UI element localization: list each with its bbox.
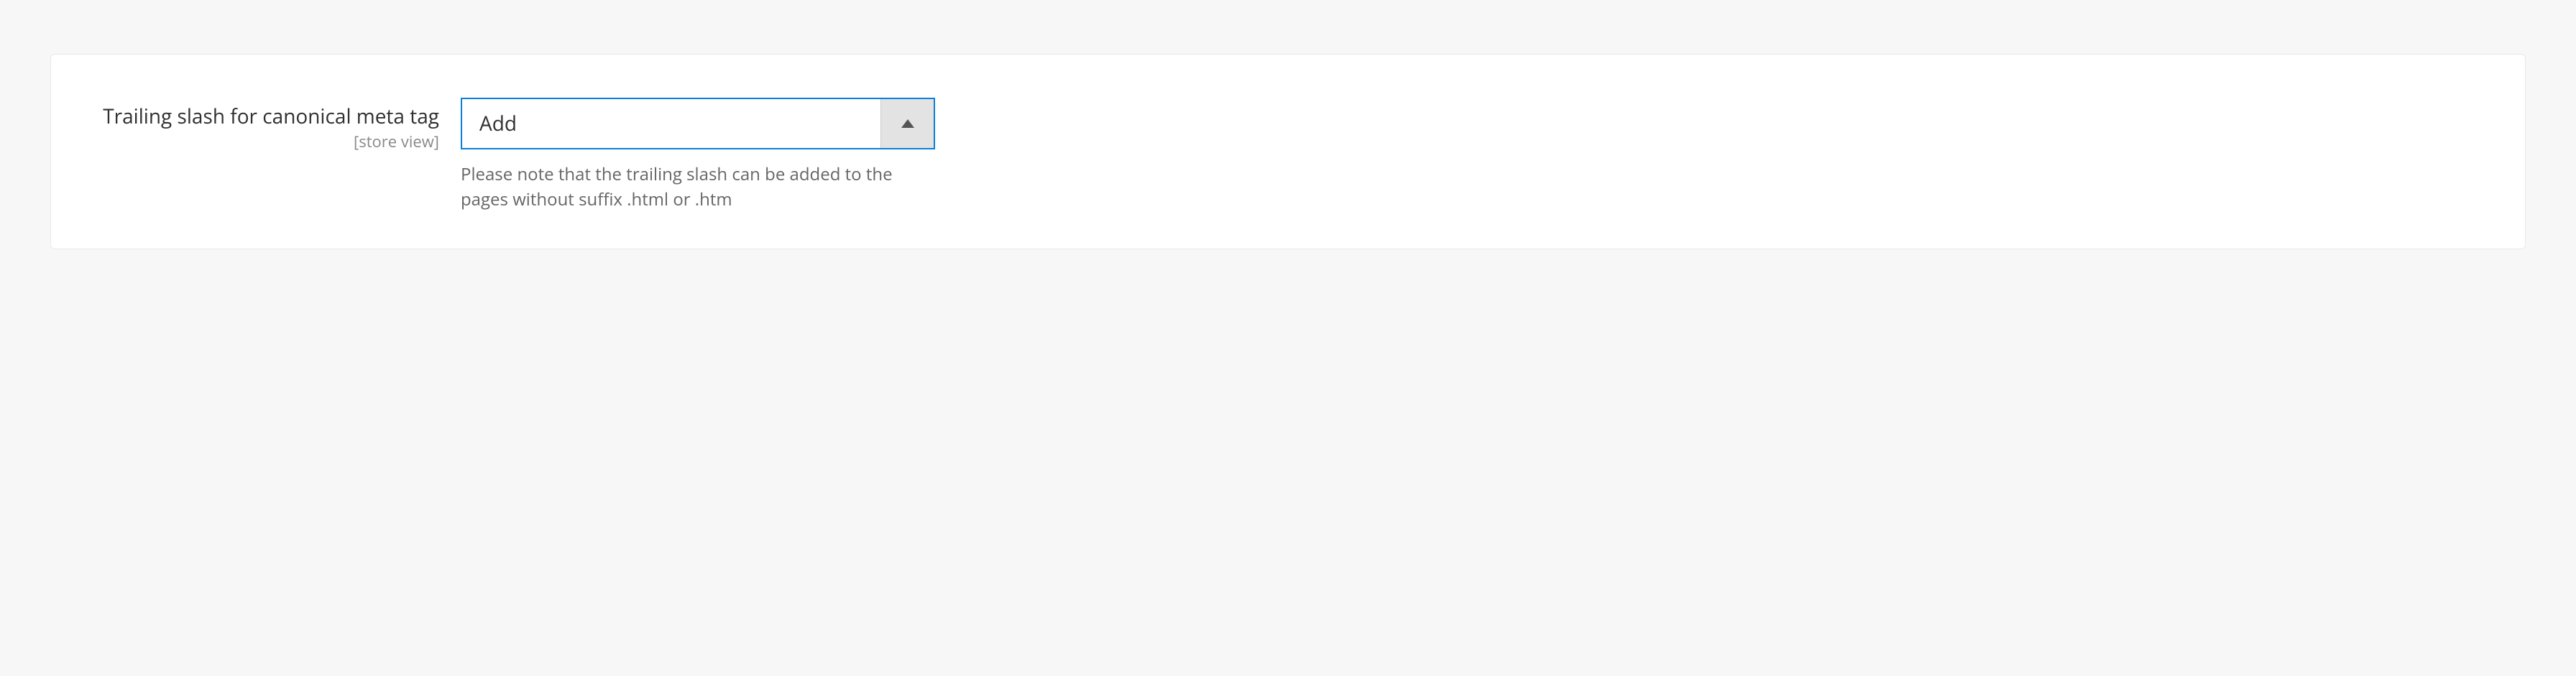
select-dropdown-button[interactable] bbox=[880, 99, 934, 148]
field-label: Trailing slash for canonical meta tag bbox=[87, 103, 439, 129]
trailing-slash-select[interactable]: Add bbox=[461, 98, 935, 149]
field-help-text: Please note that the trailing slash can … bbox=[461, 162, 935, 213]
scope-label: [store view] bbox=[87, 132, 439, 151]
select-value: Add bbox=[462, 99, 880, 148]
label-column: Trailing slash for canonical meta tag [s… bbox=[87, 98, 439, 152]
config-field-row: Trailing slash for canonical meta tag [s… bbox=[50, 54, 2526, 249]
chevron-up-icon bbox=[901, 119, 914, 128]
control-column: Add Please note that the trailing slash … bbox=[461, 98, 935, 213]
